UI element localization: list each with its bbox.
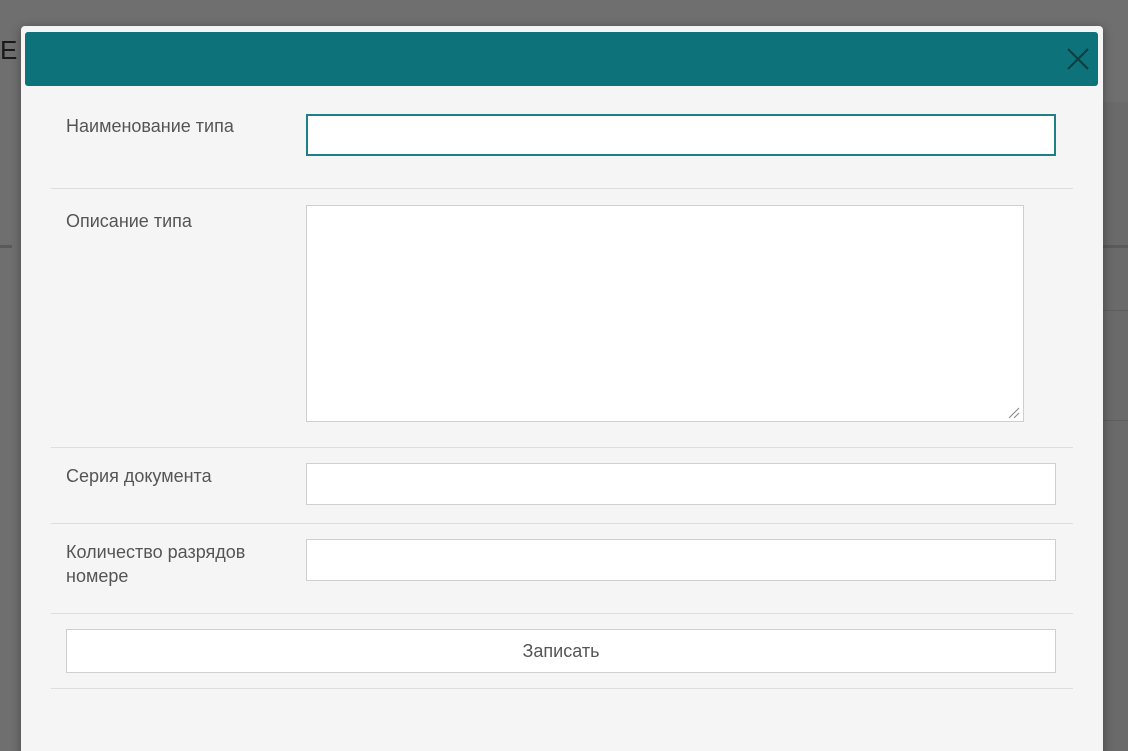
background-divider [1102,245,1128,248]
background-row-line [1102,310,1128,311]
modal-header [25,32,1098,86]
document-series-label: Серия документа [66,466,212,486]
background-divider [0,245,12,248]
resize-grip-icon[interactable] [1006,405,1020,419]
type-name-input[interactable] [306,114,1056,156]
background-title-fragment: E [0,35,18,65]
number-digits-label: Количество разрядов номере [66,542,246,586]
type-edit-modal: Наименование типа Описание типа Серия до… [21,26,1103,751]
background-panel [1102,102,1128,751]
form-row-type-description: Описание типа [51,189,1073,448]
type-description-textarea[interactable] [306,205,1024,422]
form-row-submit [51,614,1073,689]
type-name-label: Наименование типа [66,116,234,136]
form-row-type-name: Наименование типа [51,98,1073,189]
close-button[interactable] [1062,43,1094,75]
type-description-label: Описание типа [66,211,192,231]
number-digits-input[interactable] [306,539,1056,581]
document-series-input[interactable] [306,463,1056,505]
form-row-number-digits: Количество разрядов номере [51,524,1073,614]
close-icon [1067,48,1089,70]
form-row-document-series: Серия документа [51,448,1073,524]
background-row-line [1102,420,1128,421]
